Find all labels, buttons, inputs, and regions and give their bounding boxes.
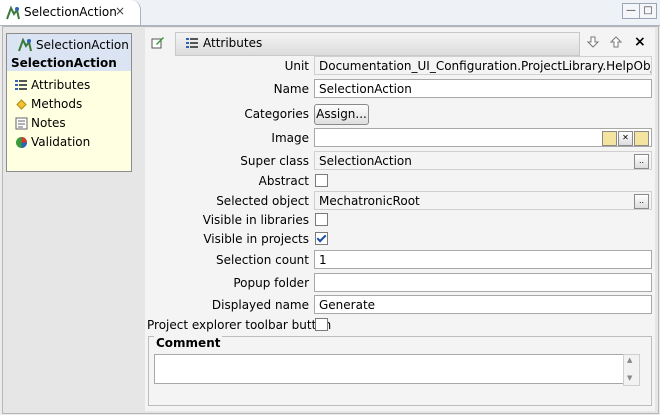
abstract-checkbox[interactable] <box>315 174 328 187</box>
visible-projects-checkbox[interactable] <box>315 232 328 245</box>
abstract-label: Abstract <box>258 174 309 188</box>
class-icon <box>6 5 20 20</box>
outline-item-notes[interactable]: Notes <box>15 116 66 130</box>
selection-count-label: Selection count <box>216 253 309 267</box>
comment-label: Comment <box>154 336 223 350</box>
superclass-field: SelectionAction <box>314 151 652 170</box>
maximize-button[interactable]: □ <box>639 3 657 19</box>
close-tab-icon[interactable]: × <box>115 4 125 18</box>
list-icon <box>15 79 27 90</box>
image-open-icon[interactable] <box>602 131 617 146</box>
outline-item-label: Validation <box>31 135 91 149</box>
outline-item-methods[interactable]: Methods <box>15 97 82 111</box>
minimize-button[interactable]: — <box>622 3 640 19</box>
selected-object-label: Selected object <box>216 194 309 208</box>
visible-libraries-checkbox[interactable] <box>315 213 328 226</box>
superclass-label: Super class <box>240 154 309 168</box>
outline-item-label: Notes <box>31 116 66 130</box>
edit-icon[interactable] <box>151 35 165 49</box>
outline-root-label: SelectionAction <box>36 38 129 52</box>
minimize-icon: — <box>626 5 636 16</box>
comment-textarea[interactable] <box>154 354 638 384</box>
displayed-name-field[interactable]: Generate <box>314 295 652 314</box>
image-label: Image <box>271 131 309 145</box>
scroll-down-icon[interactable]: ▼ <box>627 374 632 382</box>
name-label: Name <box>273 82 309 96</box>
outline-selected-title: SelectionAction <box>11 56 117 70</box>
list-icon <box>186 38 198 48</box>
editor-tab[interactable]: SelectionAction × <box>0 0 141 25</box>
popup-folder-label: Popup folder <box>233 276 309 290</box>
name-field[interactable]: SelectionAction <box>314 79 652 98</box>
assign-button[interactable]: Assign... <box>314 104 369 125</box>
outline-panel: SelectionAction SelectionAction Attribut… <box>6 33 132 172</box>
selected-object-browse-button[interactable]: .. <box>634 194 649 209</box>
notes-icon <box>15 117 28 129</box>
selection-count-field[interactable]: 1 <box>314 250 652 269</box>
outline-item-attributes[interactable]: Attributes <box>15 78 90 92</box>
toolbar-button-checkbox[interactable] <box>315 318 328 331</box>
toolbar-button-label: Project explorer toolbar button <box>147 318 332 332</box>
visible-projects-label: Visible in projects <box>203 232 309 246</box>
categories-label: Categories <box>244 107 309 121</box>
image-clear-icon[interactable]: ✕ <box>618 131 633 146</box>
scroll-up-icon[interactable]: ▲ <box>627 356 632 364</box>
outline-item-label: Attributes <box>31 78 91 92</box>
displayed-name-label: Displayed name <box>211 298 309 312</box>
class-icon <box>18 37 32 52</box>
validation-icon <box>16 136 27 148</box>
outline-item-label: Methods <box>31 97 83 111</box>
maximize-icon: □ <box>643 5 653 16</box>
comment-scrollbar[interactable]: ▲ ▼ <box>623 354 640 386</box>
attributes-section-header: Attributes <box>175 32 580 56</box>
selected-object-field: MechatronicRoot <box>314 191 652 210</box>
section-title: Attributes <box>203 36 263 50</box>
arrow-down-icon[interactable] <box>586 35 600 49</box>
diamond-icon <box>16 98 27 110</box>
close-section-icon[interactable]: × <box>634 34 646 50</box>
editor-tab-title: SelectionAction <box>24 5 117 19</box>
unit-label: Unit <box>284 59 309 73</box>
arrow-up-icon[interactable] <box>609 35 623 49</box>
unit-field: Documentation_UI_Configuration.ProjectLi… <box>314 56 652 75</box>
image-browse-icon[interactable] <box>634 131 649 146</box>
outline-root[interactable]: SelectionAction <box>17 37 129 53</box>
popup-folder-field[interactable] <box>314 273 652 292</box>
superclass-browse-button[interactable]: .. <box>634 154 649 169</box>
outline-item-validation[interactable]: Validation <box>15 135 90 149</box>
visible-libraries-label: Visible in libraries <box>202 213 309 227</box>
